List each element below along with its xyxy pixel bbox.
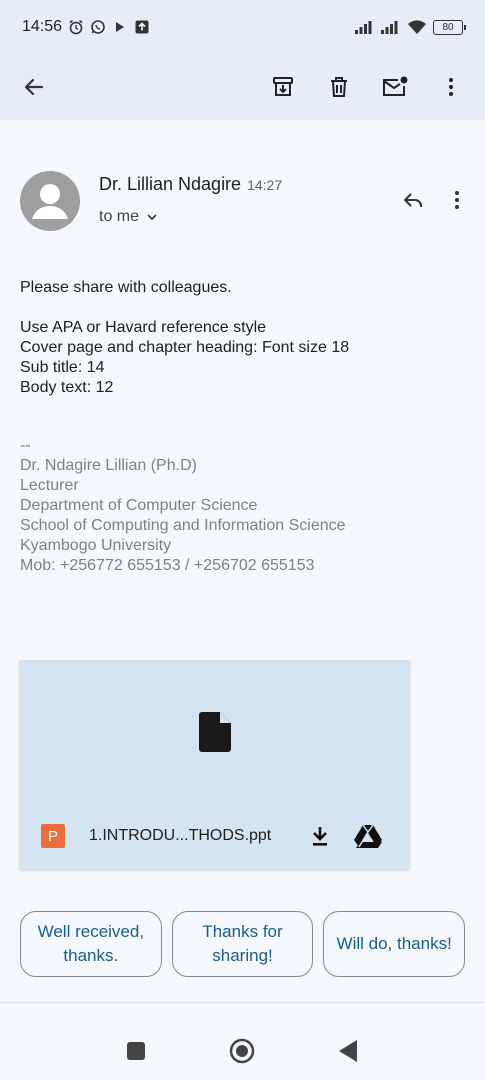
message-header: Dr. Lillian Ndagire 14:27 to me	[20, 168, 475, 238]
status-bar: 14:56 80	[0, 0, 485, 54]
square-icon	[127, 1042, 145, 1060]
smart-replies: Well received, thanks. Thanks for sharin…	[20, 911, 466, 977]
arrow-left-icon	[24, 78, 44, 96]
save-to-drive-button[interactable]	[348, 816, 388, 856]
sender-name[interactable]: Dr. Lillian Ndagire	[99, 174, 241, 195]
attachment-file-name: 1.INTRODU...THODS.ppt	[89, 827, 272, 844]
reply-icon	[404, 193, 422, 207]
whatsapp-icon	[90, 19, 106, 35]
wifi-icon	[407, 19, 427, 35]
triangle-left-icon	[339, 1040, 357, 1062]
home-button[interactable]	[228, 1037, 256, 1065]
battery-indicator: 80	[433, 19, 466, 35]
back-nav-button[interactable]	[334, 1037, 362, 1065]
message-body-text: Please share with colleagues. Use APA or…	[20, 279, 350, 396]
download-icon	[313, 827, 327, 846]
smart-reply-chip[interactable]: Thanks for sharing!	[171, 911, 314, 977]
mark-unread-button[interactable]	[375, 67, 415, 107]
recipient-details-toggle[interactable]: to me	[99, 208, 159, 226]
status-time: 14:56	[22, 18, 63, 35]
person-icon	[32, 184, 68, 219]
message-body: Please share with colleagues. Use APA or…	[20, 278, 460, 398]
upload-notification-icon	[134, 19, 150, 35]
archive-button[interactable]	[263, 67, 303, 107]
archive-icon	[273, 77, 293, 96]
file-preview	[199, 712, 231, 757]
message-signature: -- Dr. Ndagire Lillian (Ph.D) Lecturer D…	[20, 437, 346, 574]
recipient-label: to me	[99, 208, 140, 225]
powerpoint-icon: P	[41, 824, 65, 848]
message-time: 14:27	[247, 177, 283, 193]
signal-2-icon	[381, 19, 401, 35]
more-options-button[interactable]	[431, 67, 471, 107]
reply-button[interactable]	[393, 180, 433, 220]
sender-line: Dr. Lillian Ndagire 14:27	[99, 174, 282, 195]
file-icon	[199, 712, 231, 752]
smart-reply-chip[interactable]: Will do, thanks!	[323, 911, 466, 977]
back-button[interactable]	[14, 67, 54, 107]
status-left: 14:56	[22, 18, 150, 36]
status-right: 80	[355, 19, 466, 35]
trash-icon	[331, 77, 347, 97]
more-vertical-icon	[455, 191, 459, 209]
download-button[interactable]	[300, 816, 340, 856]
signal-1-icon	[355, 19, 375, 35]
alarm-icon	[68, 19, 84, 35]
message-more-button[interactable]	[437, 180, 477, 220]
attachment-footer: P 1.INTRODU...THODS.ppt	[19, 818, 410, 854]
play-icon	[112, 19, 128, 35]
attachment-card[interactable]: P 1.INTRODU...THODS.ppt	[19, 660, 410, 870]
avatar[interactable]	[20, 171, 80, 231]
chevron-down-icon	[147, 214, 157, 221]
system-nav-bar	[0, 1003, 485, 1080]
mail-unread-icon	[383, 76, 408, 96]
delete-button[interactable]	[319, 67, 359, 107]
smart-reply-chip[interactable]: Well received, thanks.	[20, 911, 162, 977]
recents-button[interactable]	[122, 1037, 150, 1065]
app-bar	[0, 54, 485, 120]
more-vertical-icon	[449, 78, 453, 96]
battery-level: 80	[442, 21, 454, 33]
drive-icon	[354, 824, 382, 848]
circle-icon	[229, 1038, 255, 1064]
